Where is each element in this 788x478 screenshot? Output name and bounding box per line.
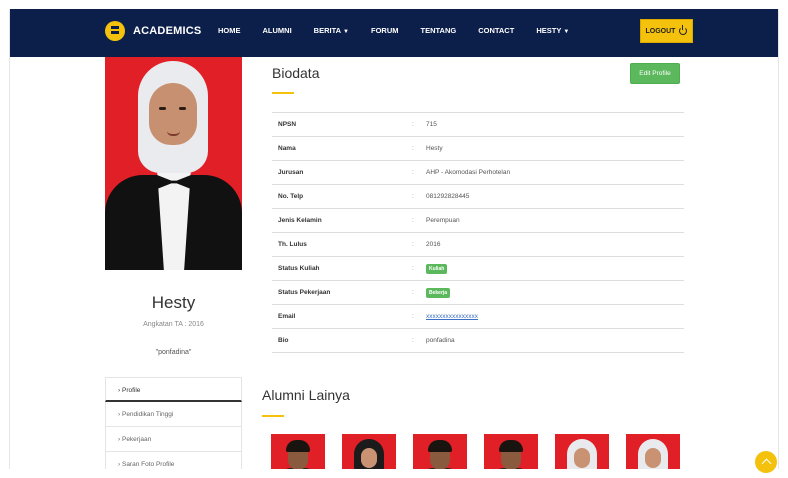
table-row: Jenis Kelamin: Perempuan	[272, 209, 684, 233]
row-separator: :	[412, 121, 414, 128]
alumni-face	[361, 448, 377, 468]
row-label: No. Telp	[278, 193, 304, 200]
nav-item-user-label: HESTY	[536, 26, 562, 35]
nav-item-contact[interactable]: CONTACT	[478, 26, 514, 35]
photo-eye-left	[159, 107, 166, 110]
nav-item-alumni[interactable]: ALUMNI	[263, 26, 292, 35]
profile-photo	[105, 57, 242, 270]
row-label: Bio	[278, 337, 289, 344]
biodata-title: Biodata	[272, 65, 320, 81]
row-value: Perempuan	[426, 217, 460, 224]
side-menu-foto[interactable]: › Saran Foto Profile	[105, 452, 242, 469]
row-value: 2016	[426, 241, 441, 248]
table-row: Bio: ponfadina	[272, 329, 684, 353]
alumni-card[interactable]	[555, 434, 609, 469]
row-label: Status Kuliah	[278, 265, 320, 272]
row-label: Jurusan	[278, 169, 304, 176]
chevron-down-icon: ▼	[343, 29, 349, 35]
alumni-hair	[286, 440, 310, 452]
row-value: ponfadina	[426, 337, 455, 344]
side-menu-pekerjaan-label: Pekerjaan	[121, 436, 152, 443]
row-value: 081292828445	[426, 193, 470, 200]
alumni-card[interactable]	[484, 434, 538, 469]
alumni-card[interactable]	[271, 434, 325, 469]
logout-label: LOGOUT	[645, 27, 676, 35]
nav-item-user[interactable]: HESTY ▼	[536, 26, 569, 35]
brand-logo-icon	[105, 21, 125, 41]
photo-eye-right	[179, 107, 186, 110]
table-row: Status Kuliah: Kuliah	[272, 257, 684, 281]
side-menu-pendidikan[interactable]: › Pendidikan Tinggi	[105, 402, 242, 427]
nav-item-home[interactable]: HOME	[218, 26, 241, 35]
row-separator: :	[412, 289, 414, 296]
status-badge: Kuliah	[426, 263, 448, 274]
nav-item-tentang[interactable]: TENTANG	[421, 26, 457, 35]
alumni-grid	[271, 434, 680, 469]
logout-button[interactable]: LOGOUT	[640, 19, 693, 43]
top-navbar: ACADEMICS HOME ALUMNI BERITA ▼ FORUM TENT…	[10, 9, 778, 57]
row-separator: :	[412, 145, 414, 152]
alumni-card[interactable]	[626, 434, 680, 469]
alumni-face	[574, 448, 590, 468]
table-row: Th. Lulus: 2016	[272, 233, 684, 257]
row-separator: :	[412, 169, 414, 176]
scroll-to-top-button[interactable]	[755, 451, 777, 473]
alumni-section-title: Alumni Lainya	[262, 387, 350, 403]
profile-bio-quote: "ponfadina"	[155, 349, 192, 356]
row-separator: :	[412, 193, 414, 200]
side-menu-profile-label: Profile	[121, 387, 141, 394]
main-nav: HOME ALUMNI BERITA ▼ FORUM TENTANG CONTAC…	[218, 26, 591, 35]
row-separator: :	[412, 265, 414, 272]
row-label: Jenis Kelamin	[278, 217, 322, 224]
row-value: Bekerja	[426, 287, 684, 298]
table-row: Email: xxxxxxxxxxxxxxxx	[272, 305, 684, 329]
table-row: Nama: Hesty	[272, 137, 684, 161]
power-icon	[679, 25, 688, 35]
profile-class: Angkatan TA : 2016	[143, 321, 204, 328]
side-menu-foto-label: Saran Foto Profile	[121, 461, 175, 468]
row-label: Nama	[278, 145, 296, 152]
row-label: NPSN	[278, 121, 297, 128]
row-value: Hesty	[426, 145, 443, 152]
row-label: Email	[278, 313, 296, 320]
row-value: Kuliah	[426, 263, 684, 274]
chevron-down-icon: ▼	[563, 29, 570, 35]
side-menu-profile[interactable]: › Profile	[105, 377, 242, 402]
brand-name: ACADEMICS	[133, 25, 202, 37]
alumni-face	[645, 448, 661, 468]
row-value: AHP - Akomodasi Perhotelan	[426, 169, 511, 176]
alumni-hair	[499, 440, 523, 452]
row-label: Status Pekerjaan	[278, 289, 331, 296]
alumni-card[interactable]	[342, 434, 396, 469]
row-value: 715	[426, 121, 437, 128]
row-separator: :	[412, 337, 414, 344]
side-menu-pendidikan-label: Pendidikan Tinggi	[121, 411, 174, 418]
biodata-table: NPSN: 715 Nama: Hesty Jurusan: AHP - Akomod…	[272, 112, 684, 353]
brand[interactable]: ACADEMICS	[105, 21, 201, 41]
profile-name: Hesty	[151, 293, 196, 312]
status-badge: Bekerja	[426, 287, 451, 298]
email-link[interactable]: xxxxxxxxxxxxxxxx	[426, 313, 478, 320]
alumni-card[interactable]	[413, 434, 467, 469]
alumni-title-underline	[262, 415, 284, 417]
row-value: xxxxxxxxxxxxxxxx	[426, 313, 684, 320]
row-separator: :	[412, 241, 414, 248]
nav-item-forum[interactable]: FORUM	[371, 26, 399, 35]
profile-side-menu: › Profile › Pendidikan Tinggi › Pekerjaa…	[105, 377, 242, 469]
page: ACADEMICS HOME ALUMNI BERITA ▼ FORUM TENT…	[9, 9, 779, 469]
table-row: NPSN: 715	[272, 113, 684, 137]
row-label: Th. Lulus	[278, 241, 307, 248]
row-separator: :	[412, 217, 414, 224]
row-separator: :	[412, 313, 414, 320]
table-row: Status Pekerjaan: Bekerja	[272, 281, 684, 305]
nav-item-berita-label: BERITA	[313, 26, 342, 35]
biodata-title-underline	[272, 92, 294, 94]
side-menu-pekerjaan[interactable]: › Pekerjaan	[105, 427, 242, 452]
table-row: Jurusan: AHP - Akomodasi Perhotelan	[272, 161, 684, 185]
edit-profile-button[interactable]: Edit Profile	[630, 63, 680, 84]
alumni-hair	[428, 440, 452, 452]
table-row: No. Telp: 081292828445	[272, 185, 684, 209]
nav-item-berita[interactable]: BERITA ▼	[314, 26, 349, 35]
